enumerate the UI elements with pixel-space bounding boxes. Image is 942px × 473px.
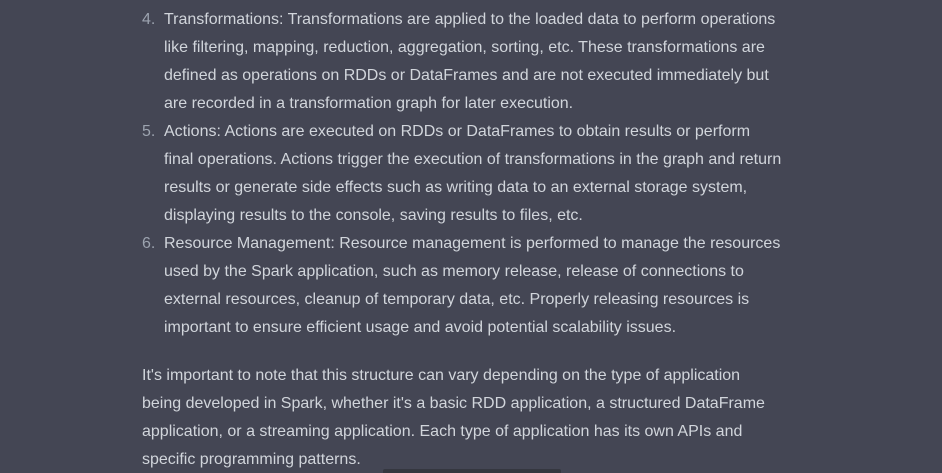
- list-item: 5. Actions: Actions are executed on RDDs…: [142, 118, 782, 230]
- list-item: 4. Transformations: Transformations are …: [142, 6, 782, 118]
- list-item-text: Resource Management: Resource management…: [164, 235, 781, 336]
- list-item-text: Actions: Actions are executed on RDDs or…: [164, 123, 782, 224]
- list-item: 6. Resource Management: Resource managem…: [142, 230, 782, 342]
- list-item-text: Transformations: Transformations are app…: [164, 11, 776, 112]
- scroll-to-bottom-button[interactable]: [383, 469, 561, 473]
- summary-paragraph: It's important to note that this structu…: [142, 367, 765, 468]
- list-item-number: 5.: [142, 123, 156, 140]
- list-item-number: 6.: [142, 235, 156, 252]
- numbered-list: 4. Transformations: Transformations are …: [142, 6, 782, 342]
- assistant-message-content: 4. Transformations: Transformations are …: [142, 6, 782, 473]
- chat-message-panel: 4. Transformations: Transformations are …: [0, 0, 942, 473]
- list-item-number: 4.: [142, 11, 156, 28]
